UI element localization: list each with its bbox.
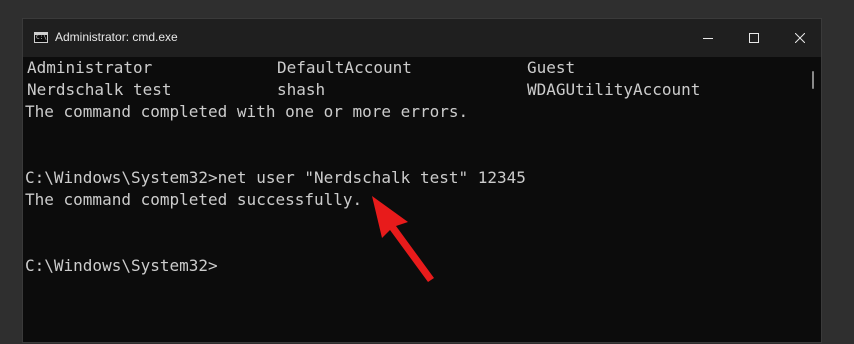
maximize-icon bbox=[749, 33, 759, 43]
user-name: DefaultAccount bbox=[277, 58, 412, 77]
user-name: shash bbox=[277, 80, 326, 99]
user-list-row: Nerdschalk test shash WDAGUtilityAccount bbox=[25, 79, 805, 101]
title-bar[interactable]: C:\ Administrator: cmd.exe bbox=[23, 19, 821, 57]
maximize-button[interactable] bbox=[731, 19, 777, 57]
minimize-icon bbox=[703, 38, 713, 39]
vertical-scrollbar[interactable] bbox=[805, 57, 821, 342]
command-line: C:\Windows\System32>net user "Nerdschalk… bbox=[25, 168, 526, 187]
minimize-button[interactable] bbox=[685, 19, 731, 57]
cmd-icon: C:\ bbox=[34, 32, 48, 43]
user-name: Guest bbox=[527, 58, 576, 77]
console-line: The command completed with one or more e… bbox=[25, 102, 469, 121]
cmd-window: C:\ Administrator: cmd.exe Administrator… bbox=[22, 18, 822, 343]
scroll-thumb[interactable] bbox=[812, 71, 814, 89]
user-name: Administrator bbox=[27, 58, 153, 77]
close-icon bbox=[795, 33, 805, 43]
user-name: WDAGUtilityAccount bbox=[527, 80, 701, 99]
user-name: Nerdschalk test bbox=[27, 80, 172, 99]
close-button[interactable] bbox=[777, 19, 823, 57]
window-title: Administrator: cmd.exe bbox=[55, 30, 178, 44]
user-list-row: Administrator DefaultAccount Guest bbox=[25, 57, 805, 79]
red-arrow-annotation bbox=[372, 196, 434, 282]
